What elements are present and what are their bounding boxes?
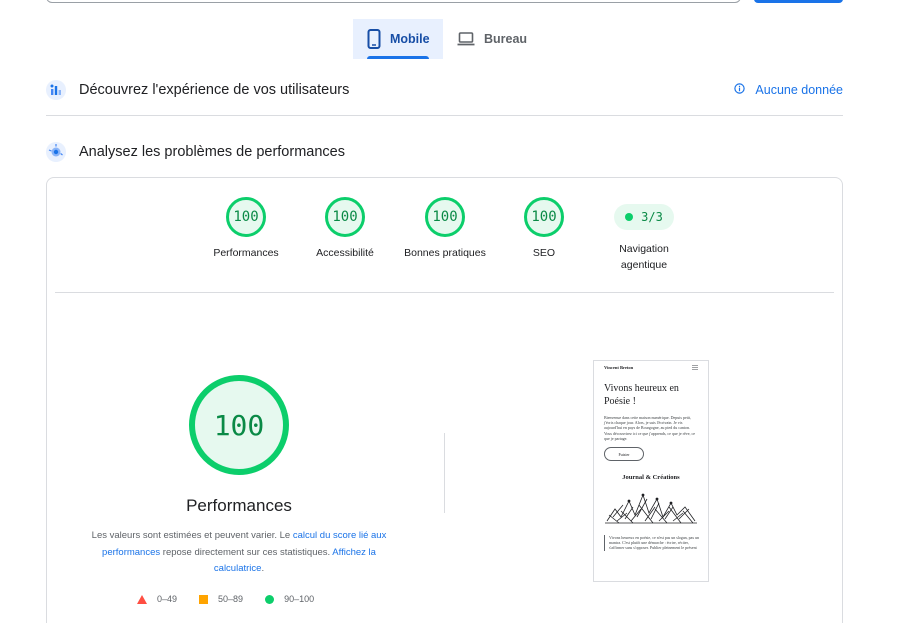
- report-card: 100 Performances 100 Accessibilité 100 B…: [46, 177, 843, 623]
- legend-fail-range: 0–49: [157, 594, 178, 604]
- desc-end: .: [261, 563, 265, 574]
- preview-headline-line2: Poésie !: [604, 395, 636, 407]
- legend-average-range: 50–89: [218, 594, 244, 604]
- legend-pass-range: 90–100: [284, 594, 315, 604]
- vertical-divider: [444, 433, 445, 513]
- category-gauges: 100 Performances 100 Accessibilité 100 B…: [47, 197, 842, 297]
- performance-description: Les valeurs sont estimées et peuvent var…: [83, 528, 395, 578]
- agentic-badge: 3/3: [614, 204, 674, 230]
- device-tabs: Mobile Bureau: [353, 19, 541, 59]
- illustration-icon: [605, 493, 697, 524]
- lab-data-header: Analysez les problèmes de performances: [46, 137, 843, 167]
- gauge-accessibility[interactable]: 100 Accessibilité: [295, 197, 395, 261]
- performance-title: Performances: [186, 496, 292, 515]
- preview-button: Fuisier: [604, 447, 644, 462]
- gauge-best-practices[interactable]: 100 Bonnes pratiques: [395, 197, 495, 261]
- field-data-title: Découvrez l'expérience de vos utilisateu…: [79, 82, 350, 98]
- no-data-label: Aucune donnée: [755, 83, 843, 97]
- gauge-accessibility-label: Accessibilité: [316, 247, 374, 259]
- gauge-best-practices-label: Bonnes pratiques: [404, 247, 486, 259]
- preview-intro: Bienvenue dans cette maison numérique. D…: [604, 415, 696, 441]
- tab-desktop-label: Bureau: [484, 32, 528, 46]
- tab-desktop[interactable]: Bureau: [443, 19, 541, 59]
- lab-data-title: Analysez les problèmes de performances: [79, 144, 345, 160]
- section-divider: [46, 115, 843, 116]
- legend-pass: 90–100: [265, 594, 314, 604]
- lab-sparkle-icon: [46, 142, 66, 162]
- preview-footer-text: Vivons heureux en poésie, ce n'est pas u…: [604, 535, 700, 551]
- desc-part2: repose directement sur ces statistiques.: [160, 546, 333, 558]
- agentic-value: 3/3: [641, 210, 663, 224]
- square-icon: [199, 594, 209, 604]
- agentic-label: Navigation agentique: [594, 241, 694, 273]
- gauge-performance-label: Performances: [213, 247, 279, 259]
- field-data-header: Découvrez l'expérience de vos utilisateu…: [46, 75, 843, 105]
- gauge-performance-score: 100: [226, 197, 266, 237]
- circle-icon: [265, 594, 275, 604]
- smartphone-icon: [367, 29, 381, 49]
- page-screenshot-preview: Vincent Breton Vivons heureux en Poésie …: [593, 360, 709, 582]
- score-legend: 0–49 50–89 90–100: [137, 594, 357, 604]
- gauges-divider: [55, 292, 834, 293]
- agentic-label-line2: agentique: [620, 259, 668, 271]
- tab-mobile-label: Mobile: [390, 32, 430, 46]
- gauge-accessibility-score: 100: [325, 197, 365, 237]
- legend-fail: 0–49: [137, 594, 177, 604]
- pass-dot-icon: [625, 213, 634, 221]
- preview-site-name: Vincent Breton: [604, 365, 634, 370]
- gauge-seo-label: SEO: [532, 247, 556, 259]
- analyze-button[interactable]: [754, 0, 843, 3]
- preview-headline: Vivons heureux en Poésie !: [594, 371, 708, 408]
- agentic-label-line1: Navigation: [619, 243, 669, 255]
- preview-section-title: Journal & Créations: [622, 474, 680, 482]
- legend-average: 50–89: [199, 594, 243, 604]
- preview-headline-line1: Vivons heureux en: [604, 383, 679, 394]
- info-icon: [734, 83, 746, 97]
- gauge-best-practices-score: 100: [425, 197, 465, 237]
- performance-big-gauge: 100: [189, 375, 289, 475]
- url-input[interactable]: [46, 0, 741, 3]
- triangle-icon: [137, 594, 147, 604]
- gauge-performance[interactable]: 100 Performances: [196, 197, 296, 261]
- no-data-link[interactable]: Aucune donnée: [734, 83, 843, 97]
- gauge-seo[interactable]: 100 SEO: [494, 197, 594, 261]
- gauge-agentic-navigation[interactable]: 3/3 Navigation agentique: [594, 197, 694, 273]
- desc-part1: Les valeurs sont estimées et peuvent var…: [91, 530, 293, 541]
- users-chart-icon: [46, 80, 66, 100]
- gauge-seo-score: 100: [524, 197, 564, 237]
- menu-icon: [692, 365, 698, 371]
- laptop-icon: [457, 32, 475, 46]
- preview-header: Vincent Breton: [594, 361, 708, 371]
- tab-mobile[interactable]: Mobile: [353, 19, 443, 59]
